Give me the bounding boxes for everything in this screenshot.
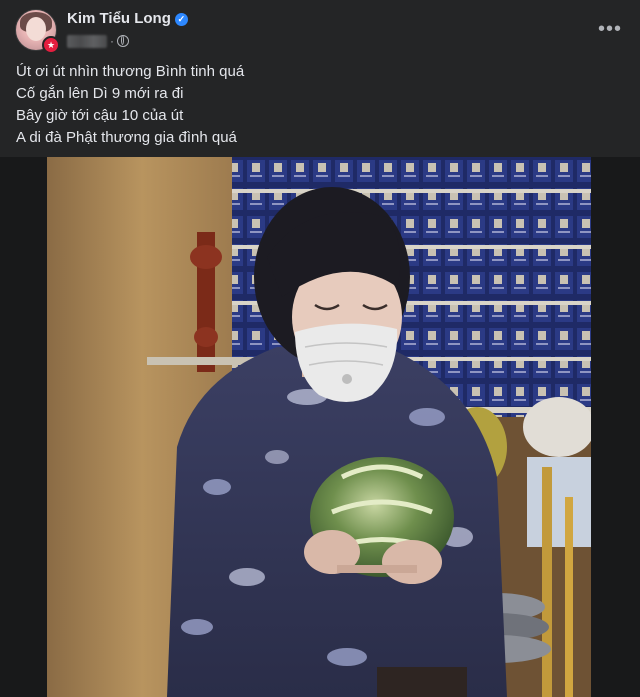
post-header: ★ Kim Tiểu Long ✓ · •••: [0, 0, 640, 60]
avatar-face: [26, 17, 46, 41]
post-meta: ·: [67, 33, 129, 49]
post-photo[interactable]: [0, 157, 640, 697]
globe-icon[interactable]: [117, 35, 129, 47]
post-text-line: A di đà Phật thương gia đình quá: [16, 129, 237, 146]
more-options-button[interactable]: •••: [596, 15, 624, 43]
more-horizontal-icon: •••: [597, 18, 622, 40]
author-name-text[interactable]: Kim Tiểu Long: [67, 10, 171, 27]
live-badge-icon: ★: [42, 36, 60, 54]
verified-badge-icon: ✓: [174, 13, 188, 26]
post-text-line: Út ơi út nhìn thương Bình tinh quá: [16, 63, 245, 80]
post-timestamp[interactable]: [67, 34, 107, 48]
photo-illustration: [47, 157, 591, 697]
post-text-line: Bây giờ tới cậu 10 của út: [16, 107, 184, 124]
facebook-post: ★ Kim Tiểu Long ✓ · ••• Út ơi út nhìn thư…: [0, 0, 640, 697]
post-text: Út ơi út nhìn thương Bình tinh quá Cố gắ…: [16, 61, 616, 149]
post-text-line: Cố gắn lên Dì 9 mới ra đi: [16, 85, 184, 102]
meta-separator: ·: [110, 34, 114, 48]
author-name[interactable]: Kim Tiểu Long ✓: [67, 10, 188, 27]
